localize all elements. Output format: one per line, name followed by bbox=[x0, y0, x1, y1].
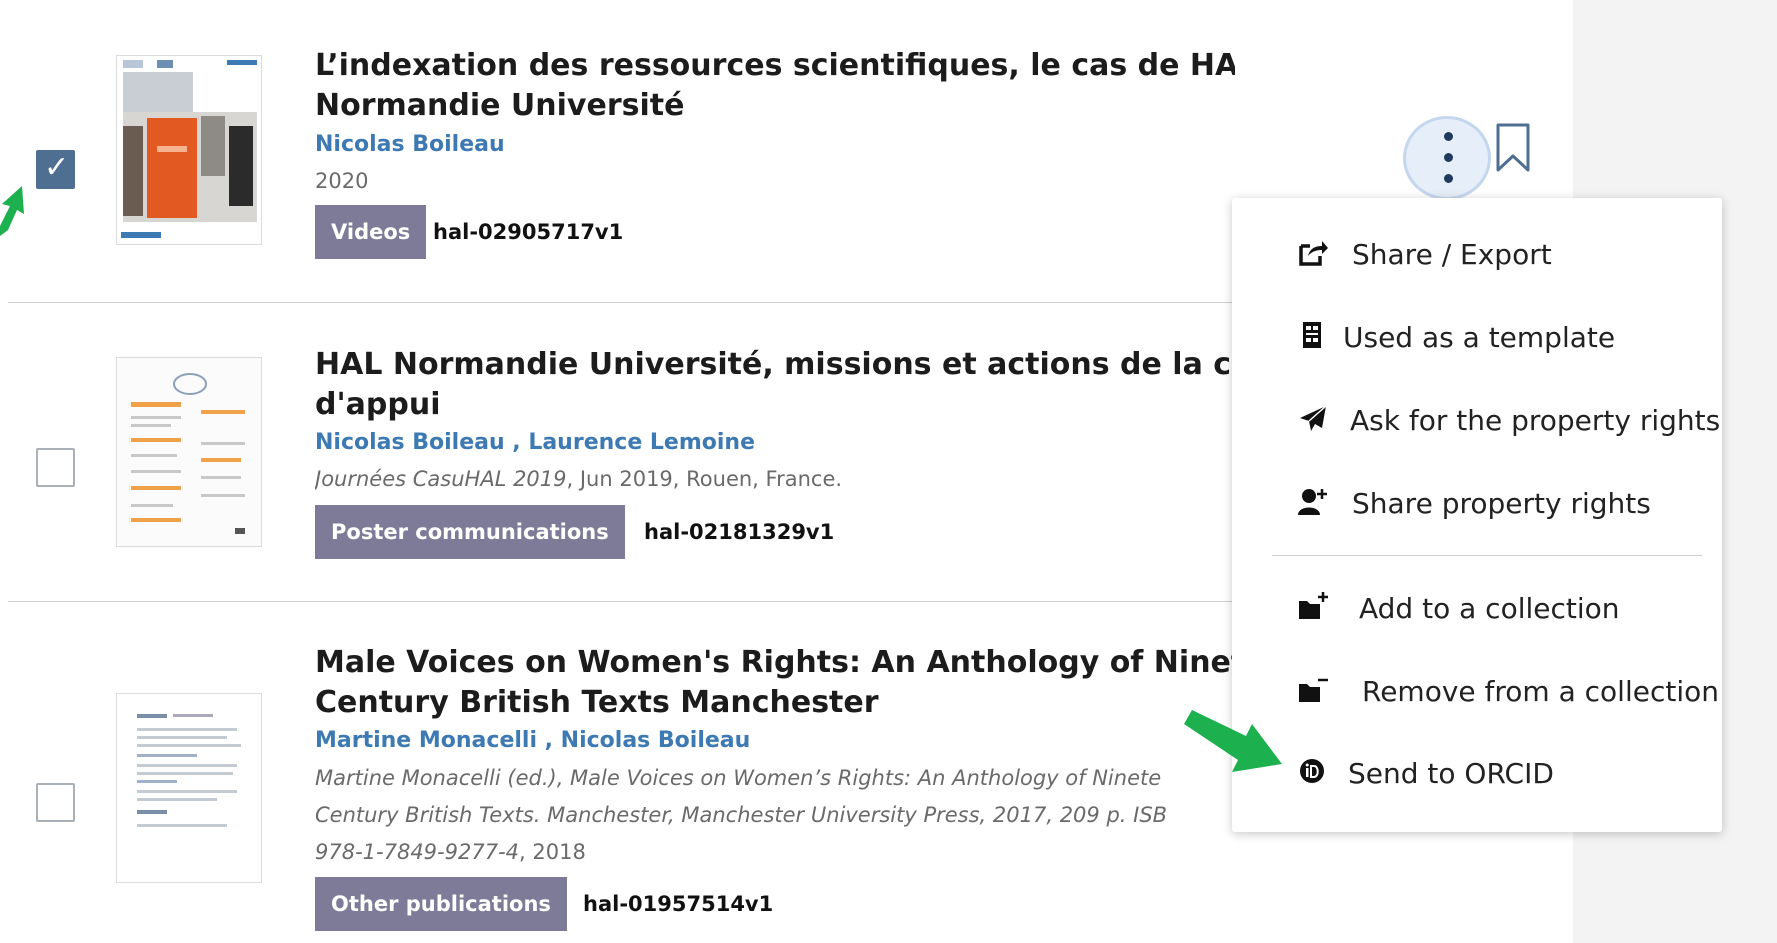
result-2-meta: Journées CasuHAL 2019, Jun 2019, Rouen, … bbox=[315, 461, 1235, 498]
result-3-thumbnail[interactable] bbox=[116, 693, 262, 883]
menu-item-remove-from-collection[interactable]: Remove from a collection bbox=[1232, 661, 1722, 721]
result-1-title-line-2[interactable]: Normandie Université bbox=[315, 86, 1235, 126]
result-3-title-line-1[interactable]: Male Voices on Women's Rights: An Anthol… bbox=[315, 643, 1235, 683]
result-1-year: 2020 bbox=[315, 169, 369, 193]
bookmark-icon[interactable] bbox=[1494, 122, 1532, 174]
result-divider bbox=[8, 601, 1240, 602]
result-2-date-location: , Jun 2019, Rouen, France. bbox=[566, 467, 843, 491]
result-2-thumbnail[interactable] bbox=[116, 357, 262, 547]
result-1-thumbnail[interactable] bbox=[116, 55, 262, 245]
result-2-checkbox[interactable] bbox=[36, 448, 75, 487]
result-2-conference: Journées CasuHAL 2019 bbox=[315, 467, 567, 491]
result-3-citation-line-1: Martine Monacelli (ed.), Male Voices on … bbox=[315, 766, 1162, 790]
user-plus-icon bbox=[1298, 489, 1327, 515]
result-1-title[interactable]: L’indexation des ressources scientifique… bbox=[315, 46, 1235, 126]
result-3-isbn: 978-1-7849-9277-4 bbox=[315, 840, 520, 864]
poster-thumbnail-image bbox=[117, 358, 261, 546]
kebab-dot bbox=[1444, 153, 1453, 162]
result-3-hal-id[interactable]: hal-01957514v1 bbox=[583, 877, 773, 931]
menu-item-share-export[interactable]: Share / Export bbox=[1232, 224, 1722, 284]
result-divider bbox=[8, 302, 1240, 303]
actions-dropdown-menu: Share / Export Used as a template Ask fo… bbox=[1232, 198, 1722, 832]
result-3-citation: Martine Monacelli (ed.), Male Voices on … bbox=[315, 760, 1235, 871]
folder-minus-icon bbox=[1299, 678, 1328, 702]
annotation-arrow-icon bbox=[0, 186, 24, 236]
document-thumbnail-image bbox=[117, 694, 261, 882]
menu-item-ask-property-rights[interactable]: Ask for the property rights bbox=[1232, 390, 1722, 450]
result-2-hal-id[interactable]: hal-02181329v1 bbox=[644, 505, 834, 559]
result-2-title-line-2[interactable]: d'appui bbox=[315, 385, 1235, 425]
menu-divider bbox=[1272, 555, 1702, 556]
result-3-year: , 2018 bbox=[519, 840, 586, 864]
annotation-arrow-icon bbox=[1184, 710, 1282, 772]
share-export-icon bbox=[1299, 241, 1328, 266]
menu-item-add-to-collection[interactable]: Add to a collection bbox=[1232, 578, 1722, 638]
result-1-hal-id[interactable]: hal-02905717v1 bbox=[433, 205, 623, 259]
result-3-doc-type-badge: Other publications bbox=[315, 877, 567, 931]
result-3-citation-line-2: Century British Texts. Manchester, Manch… bbox=[315, 803, 1168, 827]
result-3-checkbox[interactable] bbox=[36, 783, 75, 822]
result-3-title-line-2[interactable]: Century British Texts Manchester bbox=[315, 683, 1235, 723]
menu-item-used-as-template[interactable]: Used as a template bbox=[1232, 307, 1722, 367]
result-1-checkbox[interactable] bbox=[36, 150, 75, 189]
result-2-title-line-1[interactable]: HAL Normandie Université, missions et ac… bbox=[315, 345, 1235, 385]
result-1-title-line-1[interactable]: L’indexation des ressources scientifique… bbox=[315, 46, 1235, 86]
result-1-doc-type-badge: Videos bbox=[315, 205, 427, 259]
result-2-title[interactable]: HAL Normandie Université, missions et ac… bbox=[315, 345, 1235, 425]
result-1-authors[interactable]: Nicolas Boileau bbox=[315, 132, 505, 157]
menu-item-send-to-orcid[interactable]: Send to ORCID bbox=[1232, 743, 1722, 803]
video-thumbnail-image bbox=[117, 56, 261, 244]
folder-plus-icon bbox=[1299, 592, 1328, 619]
paper-plane-icon bbox=[1300, 405, 1327, 431]
result-2-authors[interactable]: Nicolas Boileau , Laurence Lemoine bbox=[315, 430, 755, 455]
result-2-doc-type-badge: Poster communications bbox=[315, 505, 625, 559]
result-3-title[interactable]: Male Voices on Women's Rights: An Anthol… bbox=[315, 643, 1235, 723]
template-icon bbox=[1303, 322, 1321, 348]
kebab-dot bbox=[1444, 174, 1453, 183]
menu-item-share-property-rights[interactable]: Share property rights bbox=[1232, 473, 1722, 533]
result-3-authors[interactable]: Martine Monacelli , Nicolas Boileau bbox=[315, 728, 750, 753]
more-actions-button[interactable] bbox=[1403, 116, 1491, 200]
orcid-icon bbox=[1300, 759, 1324, 783]
kebab-dot bbox=[1444, 132, 1453, 141]
